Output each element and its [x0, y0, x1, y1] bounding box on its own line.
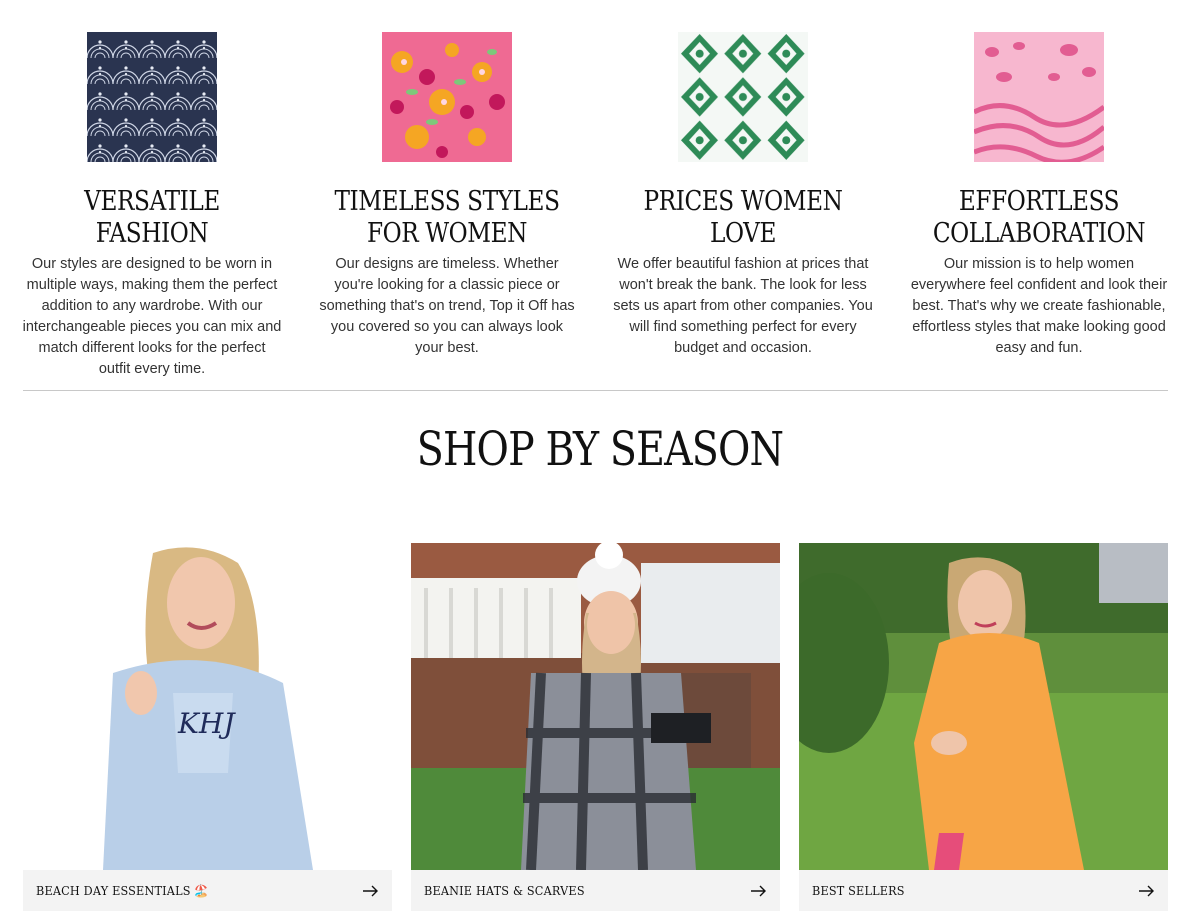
feature-text: Our styles are designed to be worn in mu…: [22, 256, 282, 377]
collection-card-beanie-hats[interactable]: BEANIE HATS & SCARVES: [411, 543, 780, 911]
pink-floral-pattern-icon: [382, 32, 512, 162]
feature-timeless-styles: TIMELESS STYLES FOR WOMEN Our designs ar…: [312, 32, 582, 359]
feature-text: Our mission is to help women everywhere …: [910, 256, 1168, 356]
feature-title: VERSATILE FASHION: [84, 186, 220, 249]
green-damask-pattern-icon: [678, 32, 808, 162]
collection-link-beanie-hats[interactable]: BEANIE HATS & SCARVES: [411, 870, 780, 911]
feature-versatile-fashion: VERSATILE FASHION Our styles are designe…: [17, 32, 287, 380]
collection-card-best-sellers[interactable]: BEST SELLERS: [799, 543, 1168, 911]
features-section: VERSATILE FASHION Our styles are designe…: [0, 0, 1200, 380]
arrow-right-icon[interactable]: [363, 885, 379, 897]
woman-in-beanie-and-plaid-scarf-photo[interactable]: [411, 543, 780, 870]
woman-in-blue-monogram-poncho-photo[interactable]: KHJ: [23, 543, 392, 870]
feature-title: PRICES WOMEN LOVE: [643, 186, 843, 249]
feature-effortless-collaboration: EFFORTLESS COLLABORATION Our mission is …: [904, 32, 1174, 359]
collection-label[interactable]: BEANIE HATS & SCARVES: [424, 883, 585, 898]
feature-text: Our designs are timeless. Whether you're…: [319, 256, 575, 356]
section-title: SHOP BY SEASON: [416, 422, 784, 477]
pink-animal-print-pattern-icon: [974, 32, 1104, 162]
feature-title: TIMELESS STYLES FOR WOMEN: [334, 186, 560, 249]
feature-title: EFFORTLESS COLLABORATION: [932, 186, 1146, 249]
collection-card-beach-day[interactable]: KHJ BEACH DAY ESSENTIALS 🏖️: [23, 543, 392, 911]
collection-label[interactable]: BEACH DAY ESSENTIALS 🏖️: [36, 883, 209, 899]
arrow-right-icon[interactable]: [751, 885, 767, 897]
navy-scallop-pattern-icon: [87, 32, 217, 162]
svg-text:KHJ: KHJ: [177, 707, 236, 740]
collection-link-best-sellers[interactable]: BEST SELLERS: [799, 870, 1168, 911]
arrow-right-icon[interactable]: [1139, 885, 1155, 897]
feature-text: We offer beautiful fashion at prices tha…: [613, 256, 873, 356]
section-divider: [23, 390, 1168, 391]
woman-in-orange-poncho-photo[interactable]: [799, 543, 1168, 870]
collection-link-beach-day[interactable]: BEACH DAY ESSENTIALS 🏖️: [23, 870, 392, 911]
collection-label[interactable]: BEST SELLERS: [812, 883, 905, 898]
feature-prices-women-love: PRICES WOMEN LOVE We offer beautiful fas…: [608, 32, 878, 359]
